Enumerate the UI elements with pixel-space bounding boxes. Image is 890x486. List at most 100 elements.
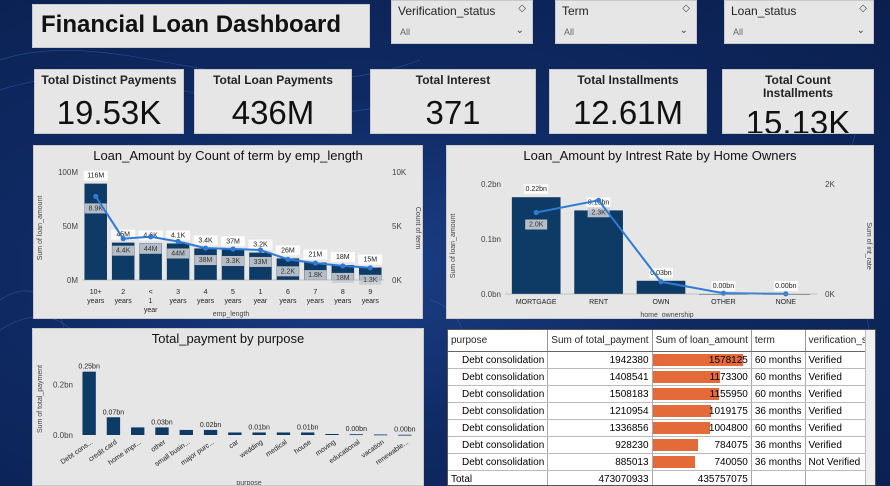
chart-loan-by-home-ownership: Loan_Amount by Intrest Rate by Home Owne… (446, 145, 874, 319)
eraser-icon[interactable]: ◇ (859, 3, 867, 14)
chevron-down-icon[interactable]: ⌄ (680, 25, 688, 36)
data-label: 15M (363, 257, 377, 264)
data-label: 0.25bn (78, 364, 100, 371)
data-label: 4.4K (116, 248, 131, 255)
line-point (312, 260, 318, 266)
x-tick-label: other (150, 439, 168, 454)
kpi-total-interest: Total Interest 371 (370, 69, 536, 134)
cell-loan-amount: 1173300 (652, 368, 752, 386)
table-total-row: Total 473070933 435757075 (448, 470, 875, 485)
line-point (230, 246, 236, 252)
filter-label: Loan_status (731, 4, 797, 18)
line-point (202, 245, 209, 251)
x-tick-label: Debt cons... (60, 439, 95, 466)
x-tick-label: 5 years (224, 289, 242, 305)
line-point (93, 193, 99, 200)
data-bar (652, 422, 711, 434)
cell-purpose: Debt consolidation (448, 351, 549, 369)
chevron-down-icon[interactable]: ⌄ (516, 25, 524, 36)
table-row[interactable]: Debt consolidation 1336856 1004800 60 month… (448, 419, 875, 437)
y2-tick-label: 5K (392, 222, 402, 231)
filter-value[interactable]: All (564, 27, 574, 37)
data-label: 2.0K (529, 222, 544, 229)
table-row[interactable]: Debt consolidation 1210954 1019175 36 month… (448, 402, 875, 420)
filter-loan-status[interactable]: Loan_status ◇ All ⌄ (724, 0, 874, 44)
table-row[interactable]: Debt consolidation 928230 784075 36 months V… (448, 436, 875, 454)
line-point (120, 236, 126, 242)
cell-loan-amount-value: 1173300 (709, 371, 748, 383)
cell-purpose: Debt consolidation (448, 368, 549, 386)
bar (325, 433, 339, 435)
kpi-value: 12.61M (572, 94, 684, 131)
x-tick-label: house (293, 439, 313, 456)
bar (301, 432, 315, 435)
chart3-svg: Sum of total_payment purpose 0.2bn 0.0bn 0… (37, 364, 416, 485)
line-point (148, 234, 154, 240)
cell-loan-amount: 1019175 (652, 402, 752, 420)
loan-details-table[interactable]: purpose Sum of total_payment Sum of loan… (447, 329, 876, 486)
kpi-label: Total Loan Payments (213, 73, 333, 87)
x-tick-label: 9 years (362, 289, 380, 305)
data-label: 0.03bn (151, 419, 173, 426)
column-header[interactable]: term (751, 330, 806, 352)
cell-loan-amount-value: 740050 (714, 456, 748, 468)
table-scrollbar[interactable] (865, 330, 875, 485)
filter-label: Term (562, 4, 589, 18)
table-row[interactable]: Debt consolidation 885013 740050 36 months N… (448, 453, 875, 471)
data-bar (652, 405, 711, 417)
x-axis-title: home_ownership (640, 312, 693, 318)
eraser-icon[interactable]: ◇ (518, 3, 526, 14)
column-header[interactable]: Sum of total_payment (547, 330, 653, 352)
chevron-down-icon[interactable]: ⌄ (857, 25, 865, 36)
data-label: 26M (281, 247, 295, 254)
y-axis-title: Sum of total_payment (37, 365, 44, 433)
column-header[interactable]: Sum of loan_amount (652, 330, 752, 352)
y2-tick-label: 0K (392, 276, 402, 285)
cell-total-payment: 885013 (547, 453, 653, 471)
bar (349, 434, 363, 436)
filter-label: Verification_status (398, 4, 496, 18)
table-row[interactable]: Debt consolidation 1942380 1578125 60 month… (448, 351, 875, 369)
kpi-value: 15.13K (745, 104, 851, 134)
bar (131, 427, 145, 435)
data-label: 3.4K (198, 237, 213, 244)
y2-tick-label: 2K (825, 180, 835, 189)
data-label: 4.1K (171, 232, 186, 239)
cell-purpose: Debt consolidation (448, 453, 549, 471)
data-label: 18M (336, 254, 350, 261)
eraser-icon[interactable]: ◇ (682, 3, 690, 14)
y-axis-title: Sum of loan_amount (450, 214, 457, 279)
data-label: 0.00bn (394, 427, 416, 434)
data-label: 0.01bn (297, 424, 319, 431)
data-bar (652, 439, 698, 451)
bar (179, 429, 193, 435)
cell-purpose: Debt consolidation (448, 419, 549, 437)
data-label: 21M (309, 252, 323, 259)
y-tick-label: 0M (67, 276, 78, 285)
cell-total-payment: 1508183 (547, 385, 653, 403)
data-label: 0.07bn (103, 409, 125, 416)
filter-value[interactable]: All (400, 27, 410, 37)
y-axis-title: Sum of loan_amount (37, 196, 44, 261)
data-label: 1.8K (308, 272, 323, 279)
chart1-svg: Sum of loan_amount Count of term emp_len… (37, 168, 421, 318)
cell-total-payment: 1210954 (547, 402, 653, 420)
filter-verification-status[interactable]: Verification_status ◇ All ⌄ (391, 0, 533, 44)
bar (228, 432, 242, 435)
total-loan-sum: 435757075 (652, 470, 752, 485)
chart2-svg: Sum of loan_amount Sum of int_rate home_… (450, 180, 872, 318)
filter-value[interactable]: All (733, 27, 743, 37)
cell-total-payment: 928230 (547, 436, 653, 454)
filter-term[interactable]: Term ◇ All ⌄ (555, 0, 697, 44)
kpi-total-distinct-payments: Total Distinct Payments 19.53K (34, 69, 184, 134)
data-label: 116M (87, 173, 104, 180)
table-row[interactable]: Debt consolidation 1508183 1155950 60 month… (448, 385, 875, 403)
cell-loan-amount: 1578125 (652, 351, 752, 369)
data-label: 0.01bn (248, 424, 270, 431)
table-row[interactable]: Debt consolidation 1408541 1173300 60 month… (448, 368, 875, 386)
data-label: 0.00bn (713, 283, 735, 290)
bar (82, 371, 96, 435)
y2-axis-title: Count of term (414, 207, 421, 250)
data-bar (652, 388, 719, 400)
column-header[interactable]: purpose (448, 330, 549, 352)
